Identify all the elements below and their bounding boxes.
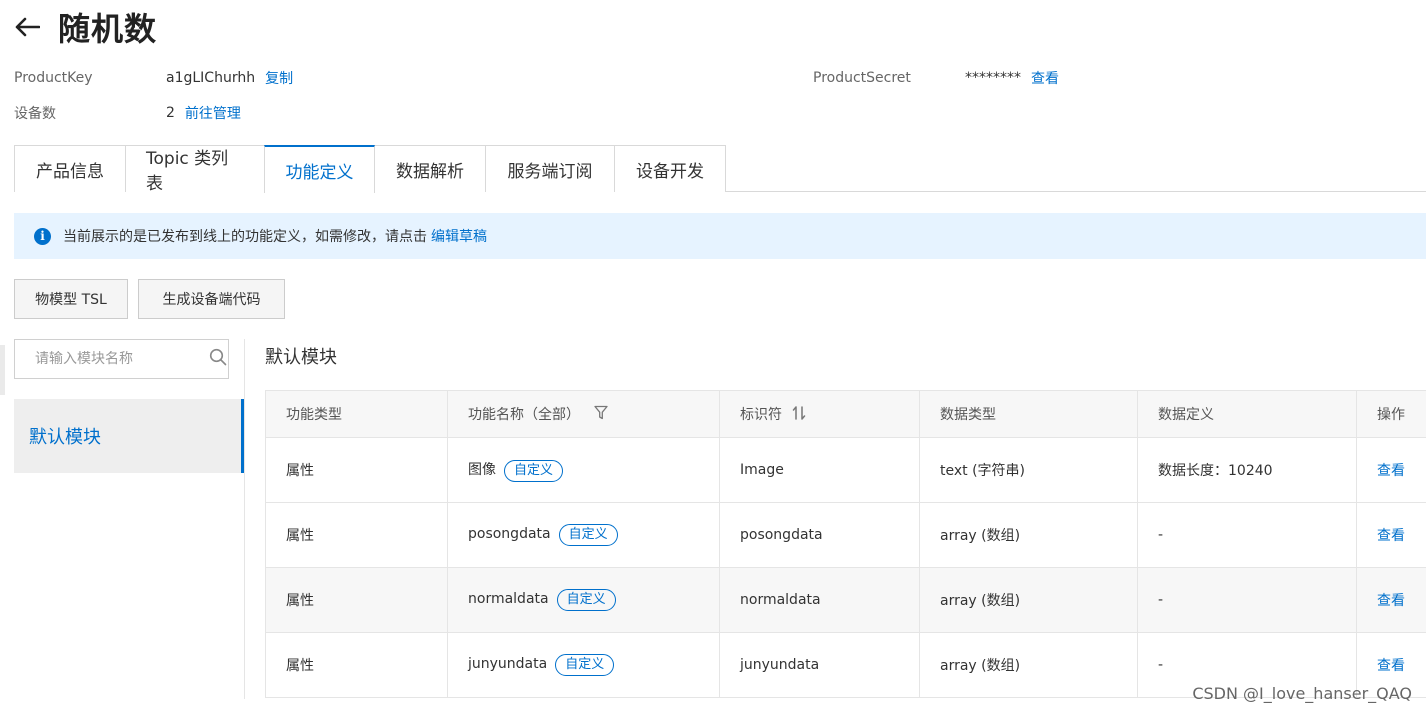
- cell-definition: -: [1137, 567, 1357, 633]
- cell-data-type: text (字符串): [919, 437, 1138, 503]
- custom-tag: 自定义: [504, 459, 564, 482]
- cell-definition: -: [1137, 502, 1357, 568]
- tab-product-info[interactable]: 产品信息: [14, 145, 126, 192]
- product-secret-value: ********: [965, 70, 1021, 86]
- cell-action: 查看: [1356, 502, 1426, 568]
- notice-text: 当前展示的是已发布到线上的功能定义，如需修改，请点击: [63, 229, 427, 245]
- function-table: 功能类型 功能名称（全部） 标识符 数据类型 数据定义 操作 属性 图像 自定义 …: [265, 390, 1426, 698]
- view-link[interactable]: 查看: [1377, 528, 1405, 544]
- tab-device-development[interactable]: 设备开发: [614, 145, 726, 192]
- product-key-label: ProductKey: [14, 70, 93, 86]
- edit-draft-link[interactable]: 编辑草稿: [431, 226, 487, 246]
- product-secret-row: ProductSecret ******** 查看: [813, 68, 1059, 88]
- section-title: 默认模块: [265, 347, 337, 368]
- table-row: 属性 normaldata 自定义 normaldata array (数组) -…: [265, 567, 1426, 633]
- custom-tag: 自定义: [556, 589, 616, 611]
- copy-link[interactable]: 复制: [265, 68, 293, 88]
- sidebar-divider: [244, 339, 245, 699]
- page-header: 随机数: [12, 4, 157, 50]
- header-action: 操作: [1356, 390, 1426, 438]
- cell-type: 属性: [265, 502, 448, 568]
- cell-type: 属性: [265, 437, 448, 503]
- header-function-name-label: 功能名称（全部）: [468, 406, 580, 423]
- header-data-definition: 数据定义: [1137, 390, 1357, 438]
- scroll-edge: [0, 345, 5, 395]
- watermark: CSDN @I_love_hanser_QAQ: [1192, 684, 1412, 703]
- cell-action: 查看: [1356, 567, 1426, 633]
- cell-definition: 数据长度：10240: [1137, 437, 1357, 503]
- module-search: [14, 339, 229, 379]
- manage-devices-link[interactable]: 前往管理: [185, 103, 241, 123]
- tsl-button[interactable]: 物模型 TSL: [14, 279, 128, 319]
- view-link[interactable]: 查看: [1377, 593, 1405, 609]
- cell-type: 属性: [265, 632, 448, 698]
- cell-name: junyundata 自定义: [447, 632, 720, 698]
- header-identifier-label: 标识符: [740, 407, 782, 423]
- header-identifier[interactable]: 标识符: [719, 390, 920, 438]
- view-link[interactable]: 查看: [1377, 463, 1405, 479]
- back-arrow-icon[interactable]: [12, 12, 42, 42]
- tab-data-parsing[interactable]: 数据解析: [374, 145, 486, 192]
- tab-server-subscription[interactable]: 服务端订阅: [485, 145, 615, 192]
- cell-name: posongdata 自定义: [447, 502, 720, 568]
- table-header-row: 功能类型 功能名称（全部） 标识符 数据类型 数据定义 操作: [265, 390, 1426, 438]
- tab-bar: 产品信息 Topic 类列表 功能定义 数据解析 服务端订阅 设备开发: [14, 145, 1426, 194]
- custom-tag: 自定义: [558, 524, 618, 546]
- function-name: posongdata: [468, 526, 551, 542]
- table-row: 属性 图像 自定义 Image text (字符串) 数据长度：10240 查看: [265, 437, 1426, 503]
- table-row: 属性 posongdata 自定义 posongdata array (数组) -…: [265, 502, 1426, 568]
- info-icon: i: [34, 227, 51, 245]
- tab-function-definition[interactable]: 功能定义: [264, 145, 375, 193]
- sort-icon[interactable]: [792, 406, 806, 424]
- search-icon[interactable]: [209, 348, 227, 370]
- cell-identifier: normaldata: [719, 567, 920, 633]
- product-key-value: a1gLIChurhh: [166, 70, 256, 86]
- tab-topic-list[interactable]: Topic 类列表: [125, 145, 265, 194]
- cell-data-type: array (数组): [919, 502, 1138, 568]
- module-search-input[interactable]: [35, 351, 209, 367]
- function-name: normaldata: [468, 591, 549, 607]
- device-count-value: 2: [166, 105, 175, 121]
- cell-name: normaldata 自定义: [447, 567, 720, 633]
- cell-data-type: array (数组): [919, 567, 1138, 633]
- notice-banner: i 当前展示的是已发布到线上的功能定义，如需修改，请点击 编辑草稿: [14, 213, 1426, 259]
- header-data-type: 数据类型: [919, 390, 1138, 438]
- cell-identifier: Image: [719, 437, 920, 503]
- page-title: 随机数: [58, 10, 158, 48]
- cell-identifier: junyundata: [719, 632, 920, 698]
- filter-icon[interactable]: [594, 405, 609, 424]
- header-function-name[interactable]: 功能名称（全部）: [447, 390, 720, 438]
- function-name: 图像: [468, 461, 496, 478]
- device-count-label: 设备数: [14, 106, 56, 122]
- view-secret-link[interactable]: 查看: [1031, 68, 1059, 88]
- header-function-type: 功能类型: [265, 390, 448, 438]
- cell-identifier: posongdata: [719, 502, 920, 568]
- custom-tag: 自定义: [555, 654, 615, 676]
- product-key-row: ProductKey a1gLIChurhh 复制: [14, 68, 293, 88]
- device-count-row: 设备数 2 前往管理: [14, 103, 241, 123]
- view-link[interactable]: 查看: [1377, 658, 1405, 674]
- function-name: junyundata: [468, 656, 548, 672]
- cell-type: 属性: [265, 567, 448, 633]
- cell-action: 查看: [1356, 437, 1426, 503]
- product-secret-label: ProductSecret: [813, 70, 911, 86]
- cell-data-type: array (数组): [919, 632, 1138, 698]
- cell-name: 图像 自定义: [447, 437, 720, 503]
- generate-code-button[interactable]: 生成设备端代码: [138, 279, 285, 319]
- sidebar-module-default[interactable]: 默认模块: [14, 399, 244, 473]
